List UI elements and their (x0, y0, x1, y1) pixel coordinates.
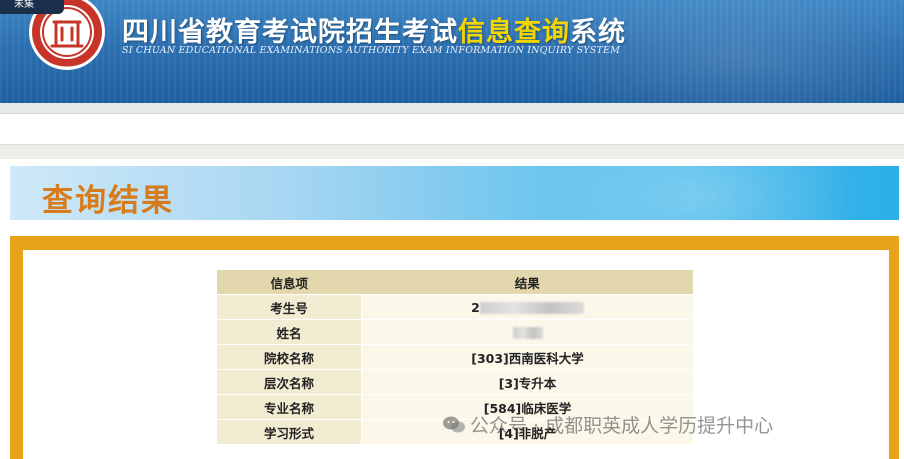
title-highlight: 信息查询 (458, 17, 570, 48)
table-header-row: 信息项 结果 (217, 270, 693, 295)
row-value: [303]西南医科大学 (361, 344, 693, 370)
nav-strip (0, 103, 904, 114)
row-value: [3]专升本 (361, 369, 693, 395)
watermark-text: 公众号 · 成都职英成人学历提升中心 (470, 415, 774, 437)
divider-band (0, 144, 904, 159)
row-label: 专业名称 (217, 394, 362, 420)
redacted-mask (512, 327, 543, 339)
row-value (361, 319, 693, 345)
column-header-result: 结果 (361, 270, 693, 295)
title-part1: 四川省教育考试院招生考试 (122, 17, 458, 48)
row-value: 2 (361, 294, 693, 320)
spacer-bar (0, 114, 904, 144)
row-label: 学习形式 (217, 419, 362, 445)
row-value-text: 2 (471, 299, 480, 315)
result-banner: 查询结果 (10, 166, 899, 220)
system-title: 四川省教育考试院招生考试信息查询系统 (122, 10, 626, 49)
watermark: 公众号 · 成都职英成人学历提升中心 (442, 411, 773, 438)
back-tab[interactable]: 未集 (0, 0, 64, 14)
row-label: 院校名称 (217, 344, 362, 370)
row-label: 考生号 (217, 294, 362, 320)
column-header-item: 信息项 (217, 270, 362, 295)
row-label: 姓名 (217, 319, 362, 345)
title-part2: 系统 (570, 17, 626, 48)
table-row: 院校名称 [303]西南医科大学 (217, 344, 693, 370)
header: 未集 四川省教育考试院招生考试信息查询系统 SI CHUAN EDUCATION… (0, 0, 904, 103)
system-title-english: SI CHUAN EDUCATIONAL EXAMINATIONS AUTHOR… (122, 45, 621, 56)
table-row: 考生号 2 (217, 294, 693, 320)
redacted-mask (479, 302, 584, 314)
table-row: 姓名 (217, 319, 693, 345)
table-row: 层次名称 [3]专升本 (217, 369, 693, 395)
banner-title: 查询结果 (42, 183, 174, 219)
wechat-icon (443, 416, 465, 433)
row-label: 层次名称 (217, 369, 362, 395)
